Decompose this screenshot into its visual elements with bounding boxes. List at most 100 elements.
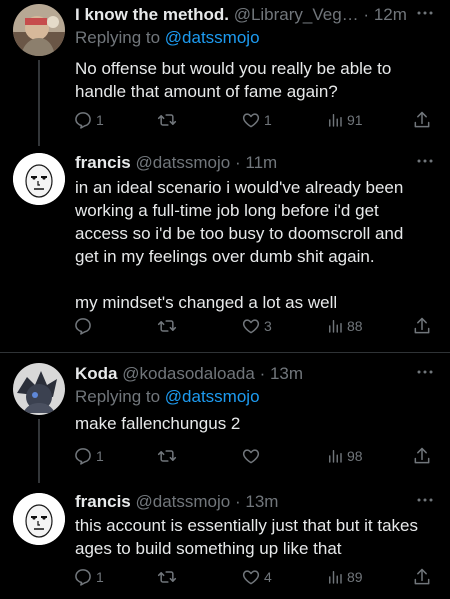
- avatar[interactable]: [13, 363, 65, 415]
- timestamp[interactable]: 13m: [270, 364, 303, 383]
- more-dots-icon[interactable]: [416, 6, 434, 24]
- views-count: 89: [347, 569, 363, 585]
- tweet-paragraph: in an ideal scenario i would've already …: [75, 178, 404, 266]
- tweet-paragraph: No offense but would you really be able …: [75, 59, 392, 101]
- timestamp[interactable]: 12m: [374, 5, 407, 24]
- reply-button[interactable]: 1: [73, 108, 104, 132]
- share-button[interactable]: [412, 565, 432, 589]
- like-count: 1: [264, 112, 272, 128]
- reply-button[interactable]: [73, 314, 96, 338]
- separator-dot: ·: [234, 492, 241, 511]
- display-name[interactable]: francis: [75, 492, 131, 511]
- reply-icon: [73, 110, 93, 130]
- share-button[interactable]: [412, 444, 432, 468]
- like-button[interactable]: 4: [241, 565, 272, 589]
- reply-button[interactable]: 1: [73, 565, 104, 589]
- views-button[interactable]: 89: [326, 565, 363, 589]
- like-icon: [241, 110, 261, 130]
- reply-count: 1: [96, 448, 104, 464]
- share-icon: [412, 567, 432, 587]
- action-bar: 3 88: [0, 314, 450, 338]
- views-icon: [326, 316, 344, 336]
- repost-button[interactable]: [157, 444, 180, 468]
- share-icon: [412, 316, 432, 336]
- handle[interactable]: @datssmojo: [135, 153, 230, 172]
- like-button[interactable]: [241, 444, 264, 468]
- mention-link[interactable]: @datssmojo: [165, 387, 260, 406]
- repost-button[interactable]: [157, 565, 180, 589]
- handle[interactable]: @kodasodaloada: [122, 364, 255, 383]
- display-name[interactable]: francis: [75, 153, 131, 172]
- share-button[interactable]: [412, 314, 432, 338]
- tweet-text: in an ideal scenario i would've already …: [75, 176, 425, 314]
- more-dots-icon[interactable]: [416, 365, 434, 383]
- reply-icon: [73, 567, 93, 587]
- views-count: 88: [347, 318, 363, 334]
- separator-dot: ·: [234, 153, 241, 172]
- share-icon: [412, 446, 432, 466]
- reply-icon: [73, 446, 93, 466]
- handle[interactable]: @Library_Veg…: [234, 5, 359, 24]
- repost-button[interactable]: [157, 314, 180, 338]
- like-button[interactable]: 3: [241, 314, 272, 338]
- tweet-header: Koda @kodasodaloada · 13m: [75, 363, 410, 385]
- tweet-header: I know the method. @Library_Veg… · 12m: [75, 4, 410, 26]
- reply-icon: [73, 316, 93, 336]
- reply-count: 1: [96, 569, 104, 585]
- views-button[interactable]: 88: [326, 314, 363, 338]
- like-count: 4: [264, 569, 272, 585]
- views-icon: [326, 446, 344, 466]
- display-name[interactable]: Koda: [75, 364, 118, 383]
- tweet[interactable]: francis @datssmojo · 11m in an ideal sce…: [0, 146, 450, 352]
- replying-to: Replying to @datssmojo: [75, 27, 260, 49]
- mention-link[interactable]: @datssmojo: [165, 28, 260, 47]
- tweet-header: francis @datssmojo · 13m: [75, 491, 410, 513]
- repost-icon: [157, 316, 177, 336]
- tweet[interactable]: I know the method. @Library_Veg… · 12m R…: [0, 0, 450, 146]
- handle[interactable]: @datssmojo: [135, 492, 230, 511]
- replying-to-label: Replying to: [75, 28, 161, 47]
- views-count: 91: [347, 112, 363, 128]
- action-bar: 1 4 89: [0, 565, 450, 589]
- views-button[interactable]: 91: [326, 108, 363, 132]
- separator-dot: ·: [259, 364, 266, 383]
- share-button[interactable]: [412, 108, 432, 132]
- tweet[interactable]: Koda @kodasodaloada · 13m Replying to @d…: [0, 353, 450, 483]
- tweet-paragraph: make fallenchungus 2: [75, 414, 241, 433]
- avatar[interactable]: [13, 493, 65, 545]
- display-name[interactable]: I know the method.: [75, 5, 229, 24]
- like-icon: [241, 567, 261, 587]
- tweet[interactable]: francis @datssmojo · 13m this account is…: [0, 483, 450, 599]
- repost-icon: [157, 446, 177, 466]
- replying-to-label: Replying to: [75, 387, 161, 406]
- more-dots-icon[interactable]: [416, 493, 434, 511]
- separator-dot: ·: [363, 5, 370, 24]
- tweet-paragraph: this account is essentially just that bu…: [75, 516, 419, 558]
- views-icon: [326, 110, 344, 130]
- replying-to: Replying to @datssmojo: [75, 386, 260, 408]
- tweet-text: No offense but would you really be able …: [75, 57, 425, 103]
- reply-count: 1: [96, 112, 104, 128]
- like-icon: [241, 446, 261, 466]
- views-icon: [326, 567, 344, 587]
- like-button[interactable]: 1: [241, 108, 272, 132]
- views-count: 98: [347, 448, 363, 464]
- tweet-paragraph: my mindset's changed a lot as well: [75, 293, 338, 312]
- avatar[interactable]: [13, 4, 65, 56]
- action-bar: 1 98: [0, 444, 450, 468]
- reply-button[interactable]: 1: [73, 444, 104, 468]
- timestamp[interactable]: 13m: [245, 492, 278, 511]
- repost-icon: [157, 110, 177, 130]
- more-dots-icon[interactable]: [416, 154, 434, 172]
- tweet-header: francis @datssmojo · 11m: [75, 152, 410, 174]
- avatar[interactable]: [13, 153, 65, 205]
- action-bar: 1 1 91: [0, 108, 450, 132]
- tweet-text: make fallenchungus 2: [75, 412, 425, 435]
- views-button[interactable]: 98: [326, 444, 363, 468]
- like-icon: [241, 316, 261, 336]
- timestamp[interactable]: 11m: [245, 153, 277, 172]
- thread-line: [38, 60, 40, 146]
- like-count: 3: [264, 318, 272, 334]
- repost-icon: [157, 567, 177, 587]
- repost-button[interactable]: [157, 108, 180, 132]
